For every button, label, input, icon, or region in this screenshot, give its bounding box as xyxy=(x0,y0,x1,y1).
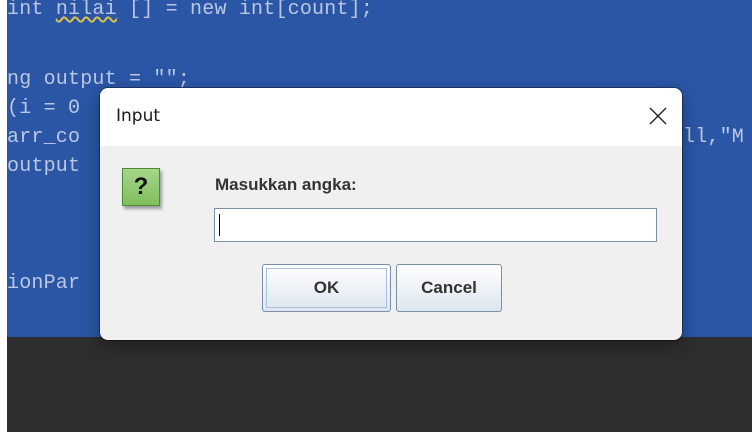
ok-button[interactable]: OK xyxy=(262,264,391,312)
code-line: output xyxy=(7,155,81,178)
ok-button-label: OK xyxy=(313,278,340,297)
dark-panel xyxy=(7,337,752,432)
cancel-button-label: Cancel xyxy=(421,278,477,297)
input-field[interactable] xyxy=(214,208,657,242)
close-icon xyxy=(649,107,667,125)
code-line: ionPar xyxy=(7,272,81,295)
text-caret xyxy=(219,214,220,236)
input-dialog: Input ? Masukkan angka: OK Cancel xyxy=(100,88,682,340)
code-line: int nilai [] = new int[count]; xyxy=(7,0,374,21)
dialog-title: Input xyxy=(116,106,161,126)
code-line: (i = 0 xyxy=(7,97,81,120)
code-line: arr_co xyxy=(7,126,81,149)
question-icon: ? xyxy=(122,168,160,206)
close-button[interactable] xyxy=(634,88,682,146)
cancel-button[interactable]: Cancel xyxy=(396,264,502,312)
code-line: ll,"M xyxy=(683,126,745,149)
prompt-label: Masukkan angka: xyxy=(215,175,357,194)
dialog-titlebar: Input xyxy=(100,88,682,146)
